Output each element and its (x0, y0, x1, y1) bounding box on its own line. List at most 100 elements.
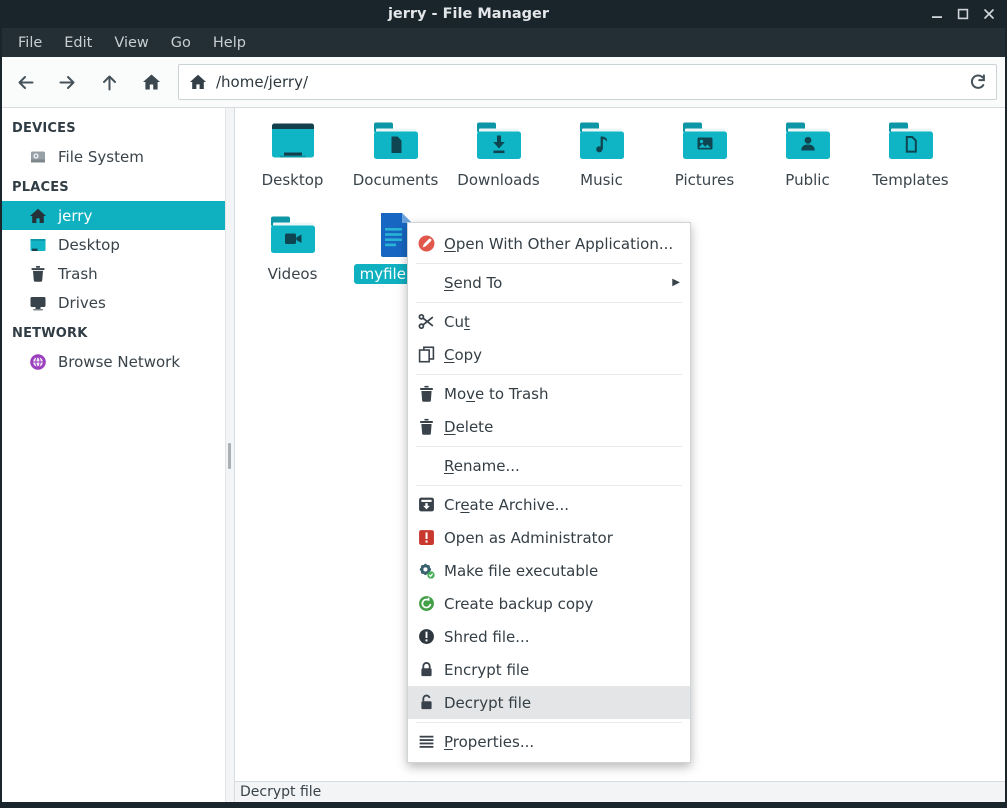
menu-item-label: Create Archive... (444, 496, 569, 514)
open-with-icon (418, 235, 435, 252)
menubar-item-view[interactable]: View (103, 31, 159, 55)
trash-icon (418, 418, 435, 435)
context-menu-item-open-as-administrator[interactable]: Open as Administrator (408, 521, 690, 554)
menu-item-label: Open With Other Application... (444, 235, 673, 253)
close-button[interactable] (980, 6, 997, 23)
app-window: jerry - File Manager FileEditViewGoHelp (0, 0, 1007, 808)
context-menu-item-decrypt-file[interactable]: Decrypt file (408, 686, 690, 719)
context-menu-item-send-to[interactable]: Send To▶ (408, 266, 690, 299)
nav-buttons (10, 67, 166, 97)
file-item-pictures[interactable]: Pictures (653, 114, 756, 208)
file-label: Pictures (669, 170, 740, 190)
maximize-button[interactable] (954, 6, 971, 23)
context-menu-item-cut[interactable]: Cut (408, 305, 690, 338)
toolbar: /home/jerry/ (2, 57, 1005, 108)
menu-item-label: Open as Administrator (444, 529, 613, 547)
sidebar-item-label: Trash (58, 265, 98, 283)
file-label: Public (779, 170, 835, 190)
menu-item-label: Make file executable (444, 562, 598, 580)
sidebar-header-devices: DEVICES (2, 112, 225, 142)
arrow-right-icon (58, 73, 77, 92)
back-button[interactable] (10, 67, 40, 97)
desktop-small-icon (29, 236, 47, 254)
file-item-music[interactable]: Music (550, 114, 653, 208)
context-menu-item-shred-file...[interactable]: Shred file... (408, 620, 690, 653)
archive-icon (418, 496, 435, 513)
sidebar: DEVICESFile SystemPLACES jerry Desktop Tras… (2, 108, 226, 802)
file-label: Music (574, 170, 629, 190)
titlebar[interactable]: jerry - File Manager (2, 0, 1005, 28)
file-item-videos[interactable]: Videos (241, 208, 344, 302)
context-menu-item-create-archive...[interactable]: Create Archive... (408, 488, 690, 521)
file-item-documents[interactable]: Documents (344, 114, 447, 208)
file-label: Downloads (451, 170, 545, 190)
sidebar-header-places: PLACES (2, 171, 225, 201)
refresh-button[interactable] (964, 69, 990, 95)
path-home-icon (189, 73, 207, 91)
menu-separator (416, 485, 682, 486)
menu-icon-spacer (418, 274, 435, 291)
file-item-downloads[interactable]: Downloads (447, 114, 550, 208)
sidebar-header-network: NETWORK (2, 317, 225, 347)
home-dark-icon (29, 207, 47, 225)
folder-templates-icon (881, 114, 941, 168)
arrow-up-icon (100, 73, 119, 92)
sidebar-item-trash[interactable]: Trash (2, 259, 225, 288)
sidebar-item-desktop[interactable]: Desktop (2, 230, 225, 259)
file-item-public[interactable]: Public (756, 114, 859, 208)
context-menu-item-make-file-executable[interactable]: Make file executable (408, 554, 690, 587)
trash-dark-icon (29, 265, 47, 283)
context-menu-item-open-with-other-application...[interactable]: Open With Other Application... (408, 227, 690, 260)
pane-splitter[interactable] (226, 108, 235, 802)
drive-icon (29, 148, 47, 166)
context-menu-item-delete[interactable]: Delete (408, 410, 690, 443)
menubar-item-file[interactable]: File (7, 31, 53, 55)
submenu-arrow-icon: ▶ (672, 277, 680, 288)
folder-downloads-icon (469, 114, 529, 168)
gear-check-icon (418, 562, 435, 579)
folder-music-icon (572, 114, 632, 168)
menu-item-label: Move to Trash (444, 385, 548, 403)
folder-public-icon (778, 114, 838, 168)
file-item-templates[interactable]: Templates (859, 114, 962, 208)
file-label: Templates (866, 170, 954, 190)
forward-button[interactable] (52, 67, 82, 97)
drives-icon (29, 294, 47, 312)
network-icon (29, 353, 47, 371)
menu-item-label: Encrypt file (444, 661, 529, 679)
path-input[interactable]: /home/jerry/ (216, 73, 955, 91)
splitter-grip-icon[interactable] (228, 443, 231, 469)
menubar-item-edit[interactable]: Edit (53, 31, 103, 55)
minimize-button[interactable] (928, 6, 945, 23)
file-item-desktop[interactable]: Desktop (241, 114, 344, 208)
context-menu-item-encrypt-file[interactable]: Encrypt file (408, 653, 690, 686)
context-menu-item-copy[interactable]: Copy (408, 338, 690, 371)
sidebar-item-label: jerry (58, 207, 92, 225)
context-menu-item-properties...[interactable]: Properties... (408, 725, 690, 758)
menu-item-label: Cut (444, 313, 470, 331)
sidebar-item-drives[interactable]: Drives (2, 288, 225, 317)
window-title: jerry - File Manager (2, 0, 935, 28)
home-icon (142, 73, 161, 92)
path-bar[interactable]: /home/jerry/ (178, 64, 997, 100)
copy-icon (418, 346, 435, 363)
sidebar-item-browse-network[interactable]: Browse Network (2, 347, 225, 376)
sidebar-item-file-system[interactable]: File System (2, 142, 225, 171)
sidebar-item-jerry[interactable]: jerry (2, 201, 225, 230)
folder-pictures-icon (675, 114, 735, 168)
menu-separator (416, 263, 682, 264)
sidebar-item-label: Browse Network (58, 353, 180, 371)
menubar-item-help[interactable]: Help (202, 31, 257, 55)
menu-item-label: Copy (444, 346, 482, 364)
admin-icon (418, 529, 435, 546)
menu-item-label: Rename... (444, 457, 520, 475)
context-menu-item-rename...[interactable]: Rename... (408, 449, 690, 482)
context-menu-item-create-backup-copy[interactable]: Create backup copy (408, 587, 690, 620)
lines-icon (418, 733, 435, 750)
up-button[interactable] (94, 67, 124, 97)
home-button[interactable] (136, 67, 166, 97)
menubar-item-go[interactable]: Go (160, 31, 202, 55)
context-menu-item-move-to-trash[interactable]: Move to Trash (408, 377, 690, 410)
lock-closed-icon (418, 661, 435, 678)
sidebar-item-label: Desktop (58, 236, 120, 254)
